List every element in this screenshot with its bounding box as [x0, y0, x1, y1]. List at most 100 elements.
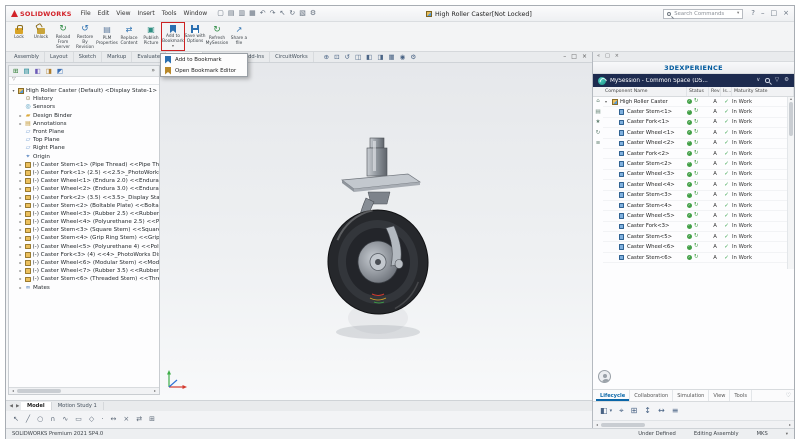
expander-icon[interactable]: ▸	[18, 163, 23, 167]
component-row[interactable]: ▾ High Roller Caster A In Work	[603, 97, 794, 107]
feature-tree-item[interactable]: ▸ (-) Caster Stem<3> (Square Stem) <<Squ…	[11, 226, 159, 234]
panel-tab[interactable]: Lifecycle	[596, 390, 630, 401]
zoom-fit-icon[interactable]: ⊕	[324, 54, 329, 61]
plm-properties-button[interactable]: PLM Properties	[96, 23, 118, 50]
configurationmanager-tab-icon[interactable]: ◧	[35, 68, 41, 75]
polygon-icon[interactable]: ◇	[89, 416, 94, 423]
add-to-bookmark-button[interactable]: Add to Bookmark ▾	[162, 23, 184, 50]
circle-icon[interactable]: ○	[37, 416, 43, 423]
component-row[interactable]: Caster Fork<1> A In Work	[603, 118, 794, 128]
expander-icon[interactable]: ▾	[11, 89, 16, 93]
scroll-left-icon[interactable]: ◂	[10, 389, 16, 393]
column-component-name[interactable]: Component Name	[593, 87, 687, 96]
file-properties-icon[interactable]: ▧	[299, 10, 306, 17]
options-list-icon[interactable]: ≡	[672, 407, 679, 415]
expander-icon[interactable]: ▸	[18, 204, 23, 208]
model-tab[interactable]: Motion Study 1	[52, 402, 104, 410]
replace-content-button[interactable]: Replace Content	[118, 23, 140, 50]
tree-horizontal-scrollbar[interactable]: ◂ ▸	[9, 387, 159, 394]
feature-tree-item[interactable]: History	[11, 95, 159, 103]
panel-tab[interactable]: Tools	[730, 390, 752, 401]
section-view-icon[interactable]: ◫	[355, 54, 361, 61]
feature-tree-item[interactable]: ▸ (-) Caster Wheel<1> (Endura 2.0) <<End…	[11, 177, 159, 185]
column-maturity-state[interactable]: Maturity State	[732, 87, 794, 96]
feature-tree-item[interactable]: Front Plane	[11, 128, 159, 136]
display-style-icon[interactable]: ◨	[377, 54, 383, 61]
trim-icon[interactable]: ×	[123, 416, 129, 423]
menu-item[interactable]: File	[81, 10, 91, 17]
feature-tree-item[interactable]: ▸ Mates	[11, 284, 159, 292]
feature-tree-item[interactable]: Origin	[11, 153, 159, 161]
favorites-icon[interactable]: ★	[596, 120, 601, 126]
pattern-icon[interactable]: ⊞	[149, 416, 155, 423]
menu-item[interactable]: View	[116, 10, 130, 17]
feature-tree-item[interactable]: Right Plane	[11, 144, 159, 152]
unlock-button[interactable]: Unlock	[30, 23, 52, 50]
rectangle-icon[interactable]: ▭	[75, 416, 82, 423]
component-row[interactable]: Caster Wheel<4> A In Work	[603, 180, 794, 190]
expand-tabs-icon[interactable]: »	[151, 68, 155, 74]
feature-tree-item[interactable]: Top Plane	[11, 136, 159, 144]
open-document-icon[interactable]: ▤	[228, 10, 235, 17]
filter-icon[interactable]: ▽	[775, 78, 779, 84]
feature-tree-item[interactable]: ▸ Annotations	[11, 120, 159, 128]
menu-item[interactable]: Tools	[162, 10, 177, 17]
expander-icon[interactable]: ▸	[18, 277, 23, 281]
column-rev[interactable]: Rev...	[709, 87, 721, 96]
expander-icon[interactable]: ▸	[18, 171, 23, 175]
component-row[interactable]: Caster Stem<4> A In Work	[603, 201, 794, 211]
doc-minimize-icon[interactable]: –	[563, 54, 566, 60]
dimension-icon[interactable]: ↔	[110, 416, 116, 423]
feature-tree-item[interactable]: ▸ (-) Caster Wheel<7> (Rubber 3.5) <<Rub…	[11, 267, 159, 275]
scene-icon[interactable]: ⚙	[410, 54, 416, 61]
hide-show-icon[interactable]: ▦	[388, 54, 394, 61]
settings-icon[interactable]: ⚙	[784, 78, 789, 84]
expander-icon[interactable]: ▸	[18, 286, 23, 290]
component-row[interactable]: Caster Stem<1> A In Work	[603, 107, 794, 117]
publish-picture-button[interactable]: Publish Picture	[140, 23, 162, 50]
expander-icon[interactable]: ▸	[18, 220, 23, 224]
chevron-down-icon[interactable]: ∨	[756, 78, 760, 84]
feature-tree-item[interactable]: ▸ (-) Caster Stem<4> (Grip Ring Stem) <<…	[11, 234, 159, 242]
expander-icon[interactable]: ▸	[18, 245, 23, 249]
scrollbar-thumb[interactable]	[601, 423, 645, 427]
tree-view-icon[interactable]: ▤	[595, 110, 600, 116]
feature-tree-item[interactable]: ▸ (-) Caster Fork<1> (2.5) <<2.5>_PhotoW…	[11, 169, 159, 177]
feature-tree-root[interactable]: ▾ High Roller Caster (Default) <Display …	[11, 87, 159, 95]
feature-tree-item[interactable]: ▸ (-) Caster Fork<2> (3.5) <<3.5>_Displa…	[11, 193, 159, 201]
arc-icon[interactable]: ∩	[50, 416, 55, 423]
commandmanager-tab[interactable]: Markup	[102, 52, 132, 62]
expander-icon[interactable]: ▸	[18, 114, 23, 118]
tree-filter-row[interactable]: ▽	[9, 77, 159, 85]
save-icon[interactable]: ▥	[238, 10, 245, 17]
home-icon[interactable]: ⌂	[596, 99, 600, 105]
displaymanager-tab-icon[interactable]: ◩	[57, 68, 63, 75]
collapse-panel-icon[interactable]: «	[597, 54, 600, 59]
previous-view-icon[interactable]: ↺	[345, 54, 350, 61]
panel-tab[interactable]: View	[709, 390, 730, 401]
component-row[interactable]: Caster Wheel<1> A In Work	[603, 128, 794, 138]
search-icon[interactable]	[765, 78, 770, 83]
feature-tree-item[interactable]: ▸ (-) Caster Stem<2> (Boltable Plate) <<…	[11, 202, 159, 210]
chevron-down-icon[interactable]: ▾	[610, 409, 613, 414]
column-status[interactable]: Status	[687, 87, 709, 96]
expander-icon[interactable]: ▸	[18, 228, 23, 232]
zoom-area-icon[interactable]: ⊡	[334, 54, 339, 61]
scroll-left-icon[interactable]: ◂	[594, 423, 600, 427]
feature-tree-item[interactable]: Sensors	[11, 103, 159, 111]
undo-icon[interactable]: ↶	[260, 10, 266, 17]
doc-close-icon[interactable]: ×	[582, 54, 587, 60]
target-icon[interactable]: ⌖	[619, 407, 624, 415]
feature-tree-item[interactable]: ▸ (-) Caster Wheel<3> (Rubber 2.5) <<Rub…	[11, 210, 159, 218]
feature-tree-item[interactable]: ▸ (-) Caster Stem<6> (Threaded Stem) <<T…	[11, 275, 159, 283]
refresh-icon[interactable]: ↻	[596, 131, 601, 137]
panel-horizontal-scrollbar[interactable]: ◂ ▸	[593, 420, 794, 428]
line-icon[interactable]: ╱	[26, 416, 30, 423]
redo-icon[interactable]: ↷	[270, 10, 276, 17]
menu-item[interactable]: Edit	[98, 10, 110, 17]
feature-tree-item[interactable]: ▸ (-) Caster Fork<3> (4) <<4>_PhotoWorks…	[11, 251, 159, 259]
commandmanager-tab[interactable]: CircuitWorks	[270, 52, 314, 62]
component-row[interactable]: Caster Wheel<5> A In Work	[603, 211, 794, 221]
reload-from-server-button[interactable]: Reload From Server	[52, 23, 74, 50]
lock-button[interactable]: Lock	[8, 23, 30, 50]
